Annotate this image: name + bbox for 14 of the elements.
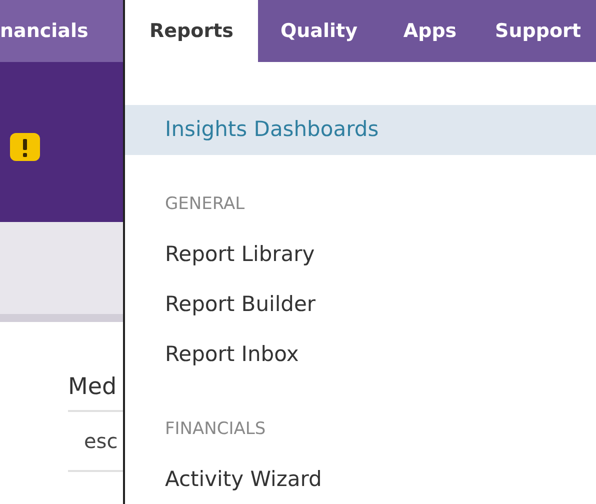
nav-tab[interactable]: Support (480, 0, 596, 62)
menu-section-header: FINANCIALS (164, 418, 267, 442)
alert-icon (10, 133, 40, 161)
nav-tab[interactable]: Quality (258, 0, 380, 62)
menu-item[interactable]: Report Inbox (125, 330, 596, 380)
menu-item[interactable]: Report Library (125, 230, 596, 280)
nav-tab[interactable]: Reports (123, 0, 258, 62)
nav-tab[interactable]: nancials (0, 0, 123, 62)
menu-item[interactable]: Insights Dashboards (125, 105, 596, 155)
nav-tab[interactable]: Apps (380, 0, 480, 62)
menu-section-header: GENERAL (164, 193, 246, 216)
section-heading: Med (68, 373, 118, 402)
menu-item[interactable]: Report Builder (125, 280, 596, 330)
menu-item[interactable]: Activity Wizard (125, 455, 596, 504)
